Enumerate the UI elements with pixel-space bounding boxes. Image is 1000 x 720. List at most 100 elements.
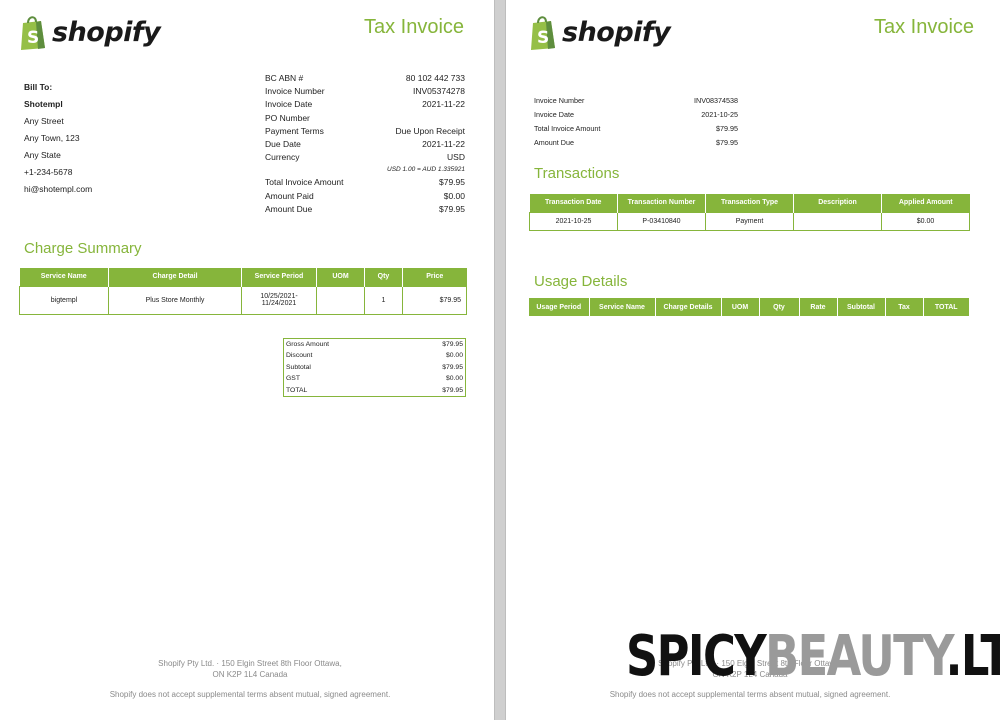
totals-row: Gross Amount $79.95 xyxy=(284,339,465,350)
meta-value: Due Upon Receipt xyxy=(395,125,465,136)
totals-label: Gross Amount xyxy=(286,341,330,348)
customer-email: hi@shotempl.com xyxy=(24,184,93,194)
meta-label: Amount Due xyxy=(534,138,574,147)
invoice-meta: Invoice Number INV08374538 Invoice Date 20… xyxy=(534,94,738,150)
charge-summary-table: Service Name Charge Detail Service Perio… xyxy=(19,268,467,315)
column-header: Rate xyxy=(798,298,837,316)
meta-label: Invoice Date xyxy=(534,110,574,119)
invoice-meta: BC ABN # 80 102 442 733 Invoice Number INV… xyxy=(265,72,465,216)
table-cell: $0.00 xyxy=(881,211,970,231)
table-header-row: Service Name Charge Detail Service Perio… xyxy=(19,268,467,286)
meta-row: Amount Due $79.95 xyxy=(534,136,738,150)
customer-state: Any State xyxy=(24,150,61,160)
svg-text:S: S xyxy=(537,28,549,48)
table-cell: Payment xyxy=(705,211,794,231)
meta-label: Due Date xyxy=(265,138,301,149)
meta-value: 80 102 442 733 xyxy=(405,73,465,83)
watermark: SPICYBEAUTY.LT xyxy=(626,624,1000,689)
page-gutter xyxy=(494,0,506,720)
meta-row: Invoice Number INV08374538 xyxy=(534,94,738,108)
shopify-bag-icon: S xyxy=(18,14,48,50)
column-header: Subtotal xyxy=(836,298,885,316)
amount-row: Total Invoice Amount $79.95 xyxy=(265,176,465,189)
watermark-part: SPICY xyxy=(626,624,767,689)
meta-value: $79.95 xyxy=(716,124,738,133)
invoice-page-2: S shopify Tax Invoice Invoice Number INV0… xyxy=(506,0,1000,720)
shopify-logo: S shopify xyxy=(18,14,161,50)
meta-row: Invoice Date 2021-11-22 xyxy=(265,98,465,111)
amount-label: Amount Due xyxy=(265,203,313,214)
footer-disclaimer: Shopify does not accept supplemental ter… xyxy=(609,690,891,699)
table-cell: P-03410840 xyxy=(617,211,706,231)
meta-label: Total Invoice Amount xyxy=(534,124,601,133)
column-header: Qty xyxy=(758,298,799,316)
totals-row: GST $0.00 xyxy=(284,373,465,384)
meta-value: INV05374278 xyxy=(413,86,465,97)
column-header: Service Name xyxy=(19,268,109,286)
meta-value: INV08374538 xyxy=(694,96,738,105)
footer-disclaimer: Shopify does not accept supplemental ter… xyxy=(109,690,391,699)
table-header-row: Usage Period Service Name Charge Details… xyxy=(529,298,969,316)
totals-row: Subtotal $79.95 xyxy=(284,362,465,373)
amount-label: Total Invoice Amount xyxy=(265,177,344,188)
column-header: Transaction Date xyxy=(529,194,618,212)
bill-to-block: Bill To: Shotempl Any Street Any Town, 1… xyxy=(24,79,92,198)
brand-name: shopify xyxy=(52,16,161,48)
totals-value: $0.00 xyxy=(445,375,463,383)
totals-value: $79.95 xyxy=(442,386,463,394)
table-cell xyxy=(793,211,882,231)
document-title: Tax Invoice xyxy=(364,16,465,38)
meta-label: Currency xyxy=(265,152,300,163)
column-header: UOM xyxy=(316,268,365,286)
meta-row: Total Invoice Amount $79.95 xyxy=(534,122,738,136)
table-cell: 10/25/2021-11/24/2021 xyxy=(241,285,317,315)
table-row: 2021-10-25 P-03410840 Payment $0.00 xyxy=(529,211,970,231)
totals-label: GST xyxy=(286,375,300,383)
totals-label: TOTAL xyxy=(286,386,308,394)
exchange-rate-note: USD 1.00 = AUD 1.335921 xyxy=(387,166,465,174)
column-header: UOM xyxy=(720,298,759,316)
shopify-bag-icon: S xyxy=(528,14,558,50)
table-row: bigtempl Plus Store Monthly 10/25/2021-1… xyxy=(19,285,467,315)
column-header: Service Period xyxy=(241,268,317,286)
totals-box: Gross Amount $79.95 Discount $0.00 Subtota… xyxy=(283,338,466,397)
meta-label: Invoice Date xyxy=(265,99,313,110)
svg-text:S: S xyxy=(27,28,39,48)
column-header: Transaction Type xyxy=(705,194,794,212)
totals-value: $79.95 xyxy=(442,341,463,348)
column-header: Charge Detail xyxy=(108,268,242,286)
meta-row: Invoice Date 2021-10-25 xyxy=(534,108,738,122)
column-header: Qty xyxy=(364,268,403,286)
meta-value: 2021-11-22 xyxy=(422,99,465,110)
meta-value: USD xyxy=(447,152,465,163)
table-cell: 2021-10-25 xyxy=(529,211,618,231)
customer-town: Any Town, 123 xyxy=(24,133,80,143)
totals-label: Discount xyxy=(286,352,313,360)
totals-value: $0.00 xyxy=(445,352,463,360)
column-header: TOTAL xyxy=(922,298,969,316)
table-header-row: Transaction Date Transaction Number Tran… xyxy=(529,194,970,212)
meta-row: Currency USD xyxy=(265,151,465,164)
amount-value: $79.95 xyxy=(439,203,465,214)
meta-label: Invoice Number xyxy=(534,96,585,105)
meta-row: BC ABN # 80 102 442 733 xyxy=(265,72,465,85)
meta-value: $79.95 xyxy=(716,138,738,147)
column-header: Charge Details xyxy=(654,298,721,316)
customer-street: Any Street xyxy=(24,116,64,126)
totals-label: Subtotal xyxy=(286,363,311,371)
table-cell: 1 xyxy=(364,285,403,315)
column-header: Price xyxy=(402,268,467,286)
bill-to-label: Bill To: xyxy=(24,82,53,92)
column-header: Description xyxy=(793,194,882,212)
invoice-page-1: S shopify Tax Invoice Bill To: Shotempl … xyxy=(0,0,494,720)
shopify-logo: S shopify xyxy=(528,14,671,50)
amount-value: $79.95 xyxy=(439,177,465,188)
column-header: Service Name xyxy=(588,298,655,316)
customer-phone: +1-234-5678 xyxy=(24,167,73,177)
totals-value: $79.95 xyxy=(442,363,463,371)
brand-name: shopify xyxy=(562,16,671,48)
meta-label: Payment Terms xyxy=(265,125,324,136)
meta-row: PO Number xyxy=(265,112,465,125)
column-header: Tax xyxy=(884,298,923,316)
meta-row: Due Date 2021-11-22 xyxy=(265,138,465,151)
